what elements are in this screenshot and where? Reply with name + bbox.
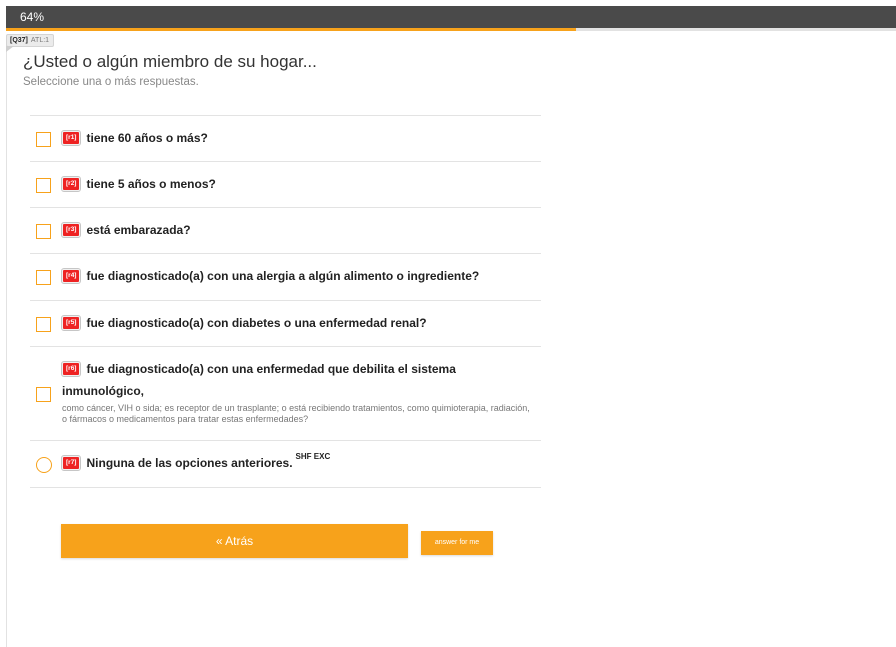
answer-label-r4[interactable]: [r4] fue diagnosticado(a) con una alergia… [60, 267, 480, 284]
answer-code-r2: [r2] [60, 175, 82, 192]
answer-text-r6-line2[interactable]: inmunológico, [62, 384, 144, 398]
answer-code-r6: [r6] [60, 360, 82, 377]
answer-code-r7: [r7] [60, 454, 82, 471]
answer-checkbox-r3[interactable] [36, 224, 51, 239]
answer-label-r3[interactable]: [r3] está embarazada? [60, 221, 191, 238]
answer-code-r4: [r4] [60, 267, 82, 284]
answer-checkbox-r2[interactable] [36, 178, 51, 193]
question-title: ¿Usted o algún miembro de su hogar... [23, 52, 317, 71]
answer-text-r1: tiene 60 años o más? [86, 130, 208, 145]
question-instructions: Seleccione una o más respuestas. [23, 76, 199, 88]
answer-code-r3: [r3] [60, 221, 82, 238]
question-tag-tail [6, 46, 14, 52]
answer-label-r2[interactable]: [r2] tiene 5 años o menos? [60, 175, 216, 192]
question-atl: ATL:1 [30, 37, 50, 44]
question-id: [Q37] [10, 37, 28, 44]
answer-row-r2[interactable]: [r2] tiene 5 años o menos? [30, 162, 541, 208]
answer-list: [r1] tiene 60 años o más? [r2] tiene 5 año… [30, 115, 541, 488]
answer-checkbox-r4[interactable] [36, 270, 51, 285]
answer-checkbox-r5[interactable] [36, 317, 51, 332]
progress-bar [6, 28, 896, 31]
answer-text-r3: está embarazada? [86, 222, 191, 237]
progress-percent: 64% [20, 10, 45, 24]
left-rule [6, 42, 7, 647]
answer-text-r5: fue diagnosticado(a) con diabetes o una … [86, 315, 427, 330]
answer-row-r1[interactable]: [r1] tiene 60 años o más? [30, 116, 541, 162]
answer-label-r7[interactable]: [r7] Ninguna de las opciones anteriores. S… [60, 452, 331, 471]
answer-text-r4: fue diagnosticado(a) con una alergia a a… [86, 268, 480, 283]
answer-label-r1[interactable]: [r1] tiene 60 años o más? [60, 129, 208, 146]
answer-row-r7[interactable]: [r7] Ninguna de las opciones anteriores. S… [30, 441, 541, 488]
answer-checkbox-r1[interactable] [36, 132, 51, 147]
answer-text-r2: tiene 5 años o menos? [86, 176, 216, 191]
answer-note-r6: como cáncer, VIH o sida; es receptor de … [62, 403, 530, 424]
answer-label-r6[interactable]: [r6] fue diagnosticado(a) con una enferme… [60, 360, 456, 377]
answer-radio-r7[interactable] [36, 457, 52, 473]
answer-label-r5[interactable]: [r5] fue diagnosticado(a) con diabetes o … [60, 314, 427, 331]
answer-row-r3[interactable]: [r3] está embarazada? [30, 208, 541, 254]
answer-for-me-button[interactable]: answer for me [421, 531, 493, 555]
progress-header: 64% [6, 6, 896, 28]
answer-text-r7: Ninguna de las opciones anteriores. [86, 455, 293, 470]
answer-flags-r7: SHF EXC [295, 452, 331, 461]
answer-checkbox-r6[interactable] [36, 387, 51, 402]
progress-bar-fill [6, 28, 576, 31]
answer-text-r6-line1: fue diagnosticado(a) con una enfermedad … [86, 361, 456, 376]
answer-row-r4[interactable]: [r4] fue diagnosticado(a) con una alergia… [30, 254, 541, 301]
answer-row-r6[interactable]: [r6] fue diagnosticado(a) con una enferme… [30, 347, 541, 441]
answer-code-r1: [r1] [60, 129, 82, 146]
answer-code-r5: [r5] [60, 314, 82, 331]
answer-row-r5[interactable]: [r5] fue diagnosticado(a) con diabetes o … [30, 301, 541, 347]
back-button[interactable]: « Atrás [61, 524, 408, 558]
